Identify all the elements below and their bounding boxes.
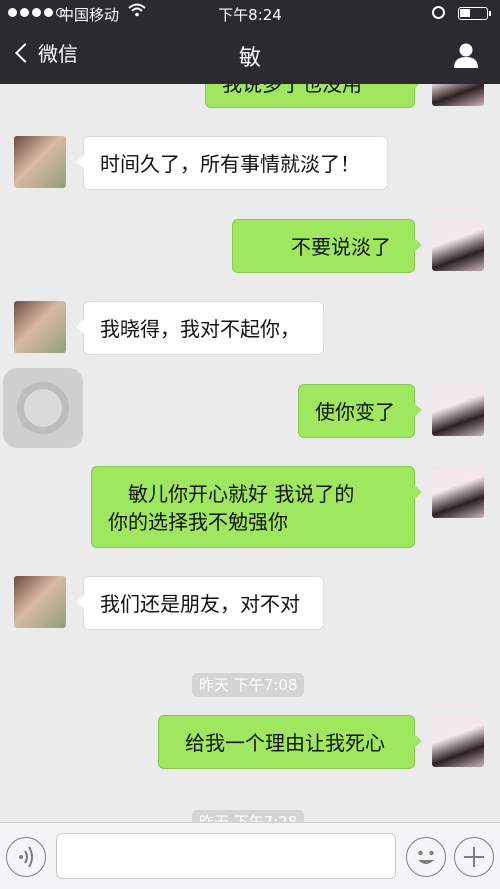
battery-icon — [458, 7, 491, 20]
input-bar — [0, 822, 500, 889]
message-bubble-outgoing[interactable]: 不要说淡了 — [232, 219, 422, 273]
message-bubble-incoming[interactable]: 时间久了，所有事情就淡了！ — [76, 136, 388, 190]
rotation-lock-icon — [432, 6, 445, 19]
add-button[interactable] — [454, 837, 494, 877]
message-bubble-outgoing[interactable]: 我说多了也没用 — [205, 84, 422, 108]
timestamp: 昨天 下午7:28 — [192, 810, 305, 822]
message-text: 我晓得，我对不起你， — [100, 317, 300, 341]
contact-avatar[interactable] — [14, 576, 66, 628]
message-text: 给我一个理由让我死心 — [185, 731, 385, 755]
my-avatar[interactable] — [432, 715, 484, 767]
status-time: 下午8:24 — [218, 6, 282, 24]
emoji-button[interactable] — [406, 837, 446, 877]
my-avatar[interactable] — [432, 219, 484, 271]
my-avatar[interactable] — [432, 466, 484, 518]
message-bubble-outgoing[interactable]: 给我一个理由让我死心 — [158, 715, 422, 769]
chat-area[interactable]: 我说多了也没用 时间久了，所有事情就淡了！ 不要说淡了 我晓得，我对不起你， 使… — [0, 84, 500, 822]
message-bubble-incoming[interactable]: 我晓得，我对不起你， — [76, 301, 324, 355]
plus-icon — [463, 846, 484, 867]
nav-bar: 微信 敏 — [0, 28, 500, 84]
message-bubble-outgoing[interactable]: 使你变了 — [298, 384, 422, 438]
contact-avatar[interactable] — [14, 136, 66, 188]
person-icon[interactable] — [452, 42, 480, 68]
my-avatar[interactable] — [432, 84, 484, 106]
message-text-line: 你的选择我不勉强你 — [108, 510, 288, 534]
message-bubble-outgoing[interactable]: 敏儿你开心就好 我说了的 你的选择我不勉强你 — [91, 466, 422, 548]
contact-avatar[interactable] — [14, 301, 66, 353]
message-bubble-incoming[interactable]: 我们还是朋友，对不对 — [76, 576, 324, 630]
voice-button[interactable] — [6, 837, 46, 877]
message-text: 不要说淡了 — [291, 235, 391, 259]
message-text: 时间久了，所有事情就淡了！ — [100, 152, 360, 176]
message-text: 我说多了也没用 — [222, 84, 362, 96]
chat-title: 敏 — [238, 46, 261, 71]
voice-icon — [18, 845, 33, 868]
top-bar: 中国移动 下午8:24 微信 敏 — [0, 0, 500, 84]
emoji-icon — [417, 850, 434, 864]
message-text-line: 敏儿你开心就好 我说了的 — [128, 482, 355, 506]
message-input[interactable] — [56, 833, 396, 879]
my-avatar[interactable] — [432, 384, 484, 436]
status-bar: 中国移动 下午8:24 — [0, 0, 500, 28]
message-text: 使你变了 — [315, 400, 395, 424]
message-text: 我们还是朋友，对不对 — [100, 592, 300, 616]
assistive-touch-button[interactable] — [3, 368, 83, 448]
timestamp: 昨天 下午7:08 — [192, 673, 305, 697]
